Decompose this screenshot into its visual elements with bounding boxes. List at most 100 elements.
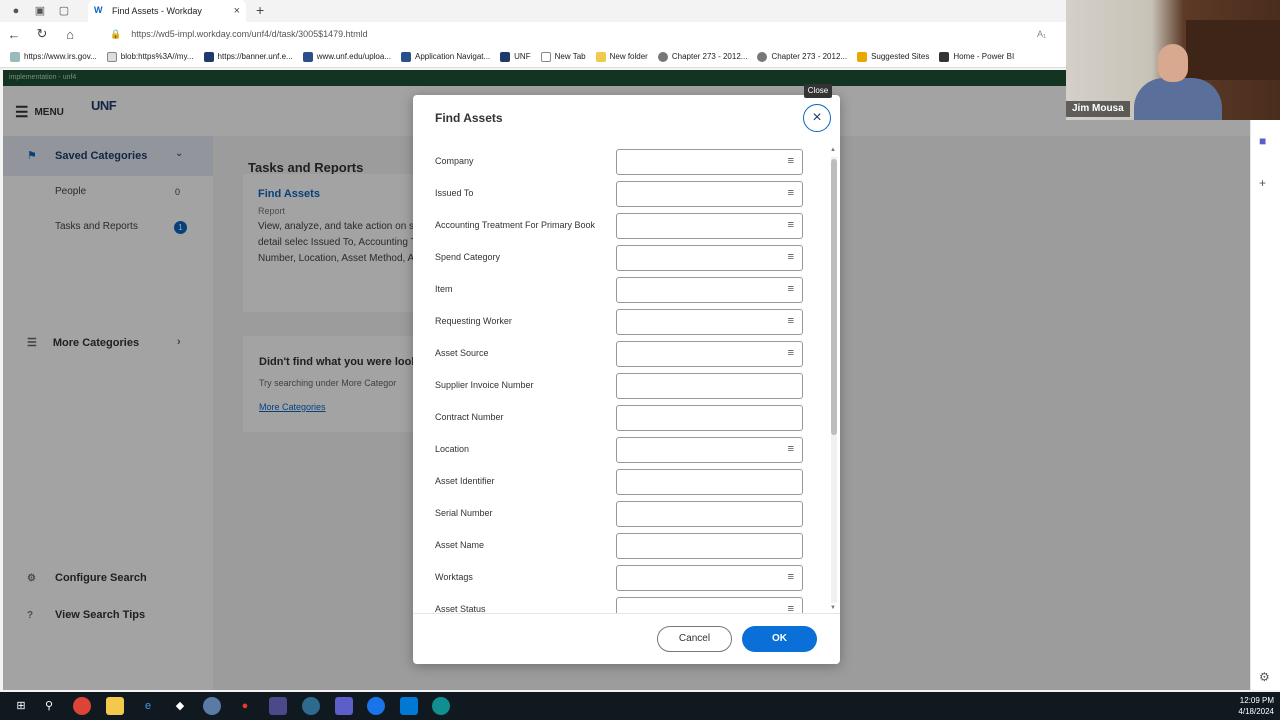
internet-explorer-icon[interactable]: e [139,697,157,715]
workspaces-icon[interactable]: ▣ [32,3,48,19]
page-icon [106,51,117,62]
prompt-list-icon[interactable]: ≡ [788,283,794,295]
browser-tab-find-assets[interactable]: W Find Assets - Workday × [88,0,246,22]
dialog-title: Find Assets [435,111,503,125]
tab-title: Find Assets - Workday [112,6,202,16]
participant-head [1158,44,1188,82]
contract-number-input[interactable] [616,405,803,431]
windows-start-icon[interactable]: ⊞ [12,697,30,715]
refresh-icon[interactable]: ↻ [28,26,56,42]
page-icon [540,51,551,62]
bookmark-item[interactable]: UNF [500,51,531,62]
windows-taskbar: ⊞ ⚲ e ◆ ● 12:09 PM 4/18/2024 [0,692,1280,720]
settings-icon[interactable]: ⚙ [1259,670,1270,684]
item-input[interactable]: ≡ [616,277,803,303]
spend-category-input[interactable]: ≡ [616,245,803,271]
close-tooltip: Close [804,84,832,98]
address-row: ← ↻ ⌂ 🔒 https://wd5-impl.workday.com/unf… [0,22,1066,46]
chapter-icon [757,51,768,62]
app-icon[interactable] [203,697,221,715]
participant-body [1134,78,1222,120]
new-tab-icon[interactable]: + [256,2,264,18]
location-input[interactable]: ≡ [616,437,803,463]
home-icon[interactable]: ⌂ [56,27,84,42]
worktags-input[interactable]: ≡ [616,565,803,591]
profile-icon[interactable]: ● [8,3,24,19]
scroll-thumb[interactable] [831,159,837,435]
bookmark-item[interactable]: New Tab [540,51,586,62]
field-asset-name: Asset Name [435,533,815,559]
bookmark-item[interactable]: Home - Power BI [939,51,1014,62]
requesting-worker-input[interactable]: ≡ [616,309,803,335]
asset-source-input[interactable]: ≡ [616,341,803,367]
back-icon[interactable]: ← [0,27,28,42]
serial-number-input[interactable] [616,501,803,527]
scroll-down-icon[interactable]: ▼ [830,605,836,611]
browser-side-rail: ■ + ⚙ [1250,120,1280,690]
add-icon[interactable]: + [1259,176,1266,190]
read-aloud-icon[interactable]: A₁ [1037,29,1046,39]
bookmark-item[interactable]: https://banner.unf.e... [203,51,293,62]
field-asset-source: Asset Source ≡ [435,341,815,367]
cancel-button[interactable]: Cancel [657,626,732,652]
field-requesting-worker: Requesting Worker ≡ [435,309,815,335]
close-dialog-button[interactable]: × [803,104,831,132]
system-clock[interactable]: 12:09 PM 4/18/2024 [1238,695,1274,717]
search-icon[interactable]: ⚲ [40,697,58,715]
bookmark-item[interactable]: Chapter 273 - 2012... [657,51,747,62]
app-icon[interactable] [269,697,287,715]
address-bar[interactable]: 🔒 https://wd5-impl.workday.com/unf4/d/ta… [104,25,1054,43]
bookmark-folder[interactable]: New folder [595,51,648,62]
chapter-icon [657,51,668,62]
globe-icon [10,51,20,62]
unf-icon [302,51,313,62]
asset-name-input[interactable] [616,533,803,559]
field-supplier-invoice-number: Supplier Invoice Number [435,373,815,399]
teams-taskbar-icon[interactable] [335,697,353,715]
folder-icon [595,51,606,62]
close-icon: × [812,109,822,126]
ok-button[interactable]: OK [742,626,817,652]
tab-close-icon[interactable]: × [234,5,240,17]
prompt-list-icon[interactable]: ≡ [788,347,794,359]
app-icon[interactable]: ● [236,697,254,715]
bookmark-item[interactable]: https://www.irs.gov... [10,51,97,62]
lock-icon[interactable]: 🔒 [110,29,121,40]
bookmark-item[interactable]: Chapter 273 - 2012... [757,51,847,62]
scroll-up-icon[interactable]: ▲ [830,147,836,153]
field-company: Company ≡ [435,149,815,175]
zoom-icon[interactable] [367,697,385,715]
asset-identifier-input[interactable] [616,469,803,495]
supplier-invoice-number-input[interactable] [616,373,803,399]
dialog-scrollbar[interactable]: ▲ ▼ [830,147,837,613]
field-contract-number: Contract Number [435,405,815,431]
outlook-icon[interactable] [400,697,418,715]
bookmark-item[interactable]: blob:https%3A//my... [106,51,194,62]
chrome-icon[interactable] [73,697,91,715]
suggested-sites-icon [857,51,868,62]
field-serial-number: Serial Number [435,501,815,527]
banner-icon [203,51,214,62]
prompt-list-icon[interactable]: ≡ [788,187,794,199]
accounting-treatment-input[interactable]: ≡ [616,213,803,239]
prompt-list-icon[interactable]: ≡ [788,443,794,455]
app-icon[interactable]: ◆ [171,697,189,715]
prompt-list-icon[interactable]: ≡ [788,315,794,327]
prompt-list-icon[interactable]: ≡ [788,155,794,167]
prompt-fields: Company ≡ Issued To ≡ Accounting Treatment… [413,145,831,613]
bookmark-item[interactable]: Suggested Sites [857,51,929,62]
teams-icon[interactable]: ■ [1259,134,1266,148]
app-icon[interactable] [302,697,320,715]
company-input[interactable]: ≡ [616,149,803,175]
asset-status-input[interactable]: ≡ [616,597,803,613]
issued-to-input[interactable]: ≡ [616,181,803,207]
tab-actions-icon[interactable]: ▢ [56,3,72,19]
file-explorer-icon[interactable] [106,697,124,715]
bookmark-item[interactable]: www.unf.edu/uploa... [302,51,391,62]
prompt-list-icon[interactable]: ≡ [788,571,794,583]
bookmark-item[interactable]: Application Navigat... [401,51,490,62]
prompt-list-icon[interactable]: ≡ [788,251,794,263]
edge-icon[interactable] [432,697,450,715]
prompt-list-icon[interactable]: ≡ [788,603,794,613]
prompt-list-icon[interactable]: ≡ [788,219,794,231]
